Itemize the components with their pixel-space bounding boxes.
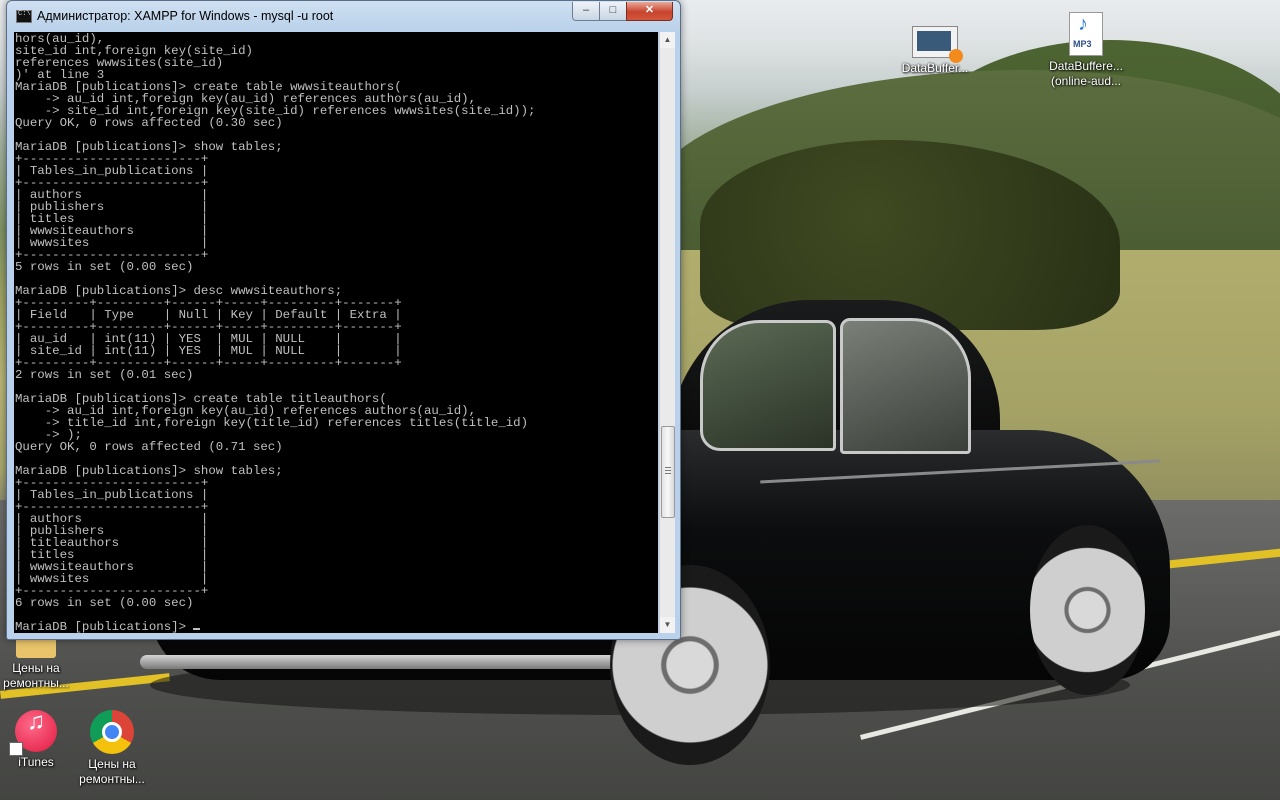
- vertical-scrollbar[interactable]: ▲ ▼: [659, 32, 675, 633]
- desktop-icon-label: Цены на ремонтны...: [3, 661, 69, 690]
- text-cursor: [193, 628, 201, 630]
- console-app-icon[interactable]: [16, 10, 32, 23]
- desktop-icon-itunes[interactable]: ♫ iTunes: [0, 710, 76, 770]
- console-prompt: MariaDB [publications]>: [15, 620, 194, 633]
- desktop-icon-databuffer-mp3[interactable]: ♪ MP3 DataBuffere... (online-aud...: [1046, 12, 1126, 89]
- console-line: -> title_id int,foreign key(title_id) re…: [15, 416, 529, 430]
- console-line: Query OK, 0 rows affected (0.30 sec): [15, 116, 283, 130]
- mp3-badge: MP3: [1073, 39, 1092, 49]
- desktop-icon-label: DataBuffere... (online-aud...: [1049, 59, 1123, 88]
- window-title: Администратор: XAMPP for Windows - mysql…: [37, 9, 334, 23]
- car-window: [840, 318, 971, 454]
- console-line: 5 rows in set (0.00 sec): [15, 260, 194, 274]
- car-window: [700, 320, 836, 451]
- itunes-icon: ♫: [9, 710, 57, 756]
- desktop-icon-label: Цены на ремонтны...: [79, 757, 145, 786]
- scrollbar-thumb[interactable]: [661, 426, 675, 518]
- desktop-icon-label: DataBuffer...: [901, 61, 969, 75]
- scroll-up-arrow-icon[interactable]: ▲: [660, 32, 675, 48]
- console-line: 6 rows in set (0.00 sec): [15, 596, 194, 610]
- console-output[interactable]: hors(au_id), site_id int,foreign key(sit…: [14, 32, 658, 633]
- car-wheel: [1030, 525, 1145, 695]
- console-window[interactable]: Администратор: XAMPP for Windows - mysql…: [6, 0, 681, 640]
- mp3-file-icon: ♪ MP3: [1069, 12, 1103, 56]
- window-titlebar[interactable]: Администратор: XAMPP for Windows - mysql…: [7, 1, 680, 31]
- scroll-down-arrow-icon[interactable]: ▼: [660, 617, 675, 633]
- console-line: Query OK, 0 rows affected (0.71 sec): [15, 440, 283, 454]
- video-file-icon: [912, 26, 963, 63]
- chrome-icon: [90, 710, 134, 754]
- maximize-button[interactable]: □: [599, 2, 627, 21]
- grip-icon: [665, 467, 671, 468]
- minimize-button[interactable]: –: [572, 2, 600, 21]
- desktop-icon-databuffer-video[interactable]: DataBuffer...: [895, 18, 975, 76]
- console-text: hors(au_id), site_id int,foreign key(sit…: [14, 32, 658, 633]
- close-button[interactable]: ✕: [626, 2, 673, 21]
- desktop-icon-prices-chrome[interactable]: Цены на ремонтны...: [72, 710, 152, 787]
- desktop-icon-label: iTunes: [18, 755, 54, 769]
- console-line: 2 rows in set (0.01 sec): [15, 368, 194, 382]
- car-bumper: [140, 655, 660, 669]
